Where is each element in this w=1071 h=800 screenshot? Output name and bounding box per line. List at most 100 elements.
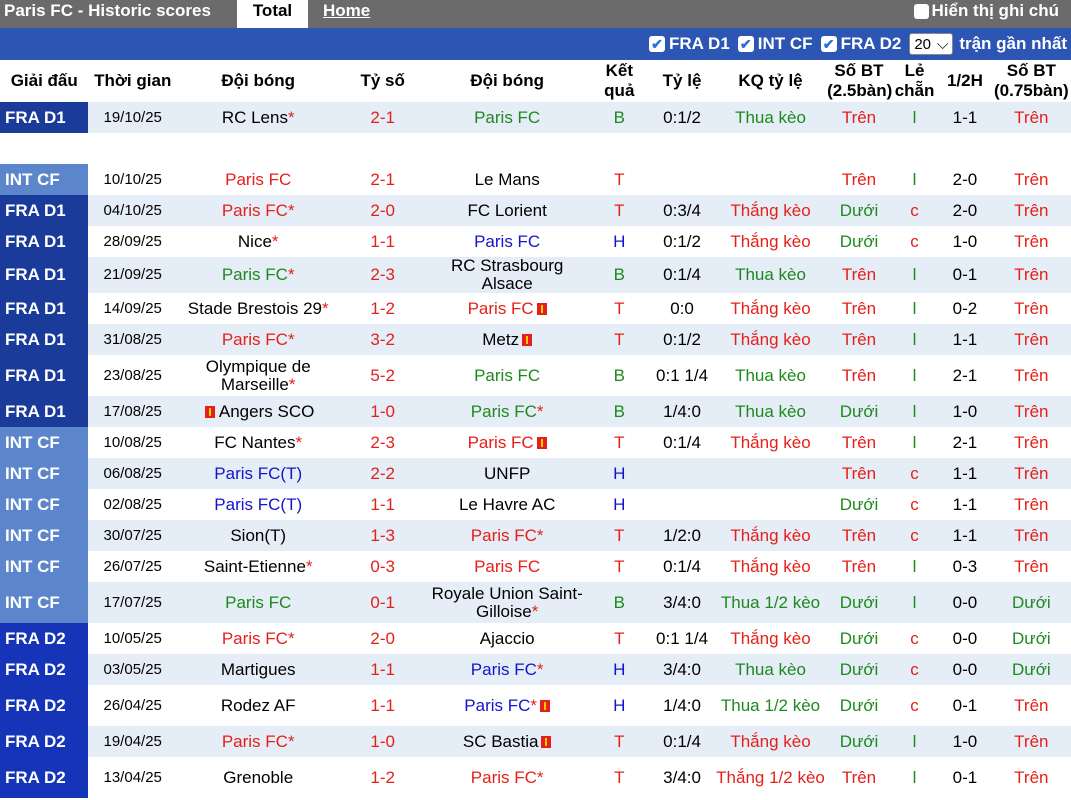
league-cell[interactable]: FRA D1 (0, 226, 89, 257)
league-name[interactable]: FRA D1 (5, 201, 66, 220)
home-team-cell[interactable]: Paris FC* (176, 257, 340, 293)
away-team-cell[interactable]: Paris FC* (425, 396, 589, 427)
league-name[interactable]: FRA D1 (5, 232, 66, 251)
league-cell[interactable]: FRA D2 (0, 757, 89, 798)
score-cell[interactable]: 2-3 (339, 427, 426, 458)
away-team-name[interactable]: Metz (482, 330, 519, 349)
match-score[interactable]: 1-0 (370, 732, 395, 751)
match-score[interactable]: 2-3 (370, 433, 395, 452)
home-team-name[interactable]: Paris FC (222, 201, 288, 220)
home-team-name[interactable]: Paris FC (225, 593, 291, 612)
away-team-name[interactable]: Paris FC (471, 526, 537, 545)
match-score[interactable]: 1-2 (370, 299, 395, 318)
match-score[interactable]: 1-2 (370, 768, 395, 787)
league-cell[interactable]: FRA D1 (0, 324, 89, 355)
home-team-cell[interactable]: Paris FC* (176, 726, 340, 757)
home-team-name[interactable]: FC Nantes (214, 433, 295, 452)
away-team-name[interactable]: RC Strasbourg Alsace (451, 256, 563, 293)
tab-home[interactable]: Home (323, 1, 370, 21)
league-name[interactable]: INT CF (5, 495, 60, 514)
league-name[interactable]: INT CF (5, 526, 60, 545)
away-team-cell[interactable]: RC Strasbourg Alsace (425, 256, 589, 293)
away-team-cell[interactable]: Le Havre AC (425, 489, 589, 520)
score-cell[interactable]: 2-3 (339, 257, 426, 293)
score-cell[interactable]: 2-1 (339, 164, 426, 195)
away-team-name[interactable]: FC Lorient (467, 201, 546, 220)
league-name[interactable]: FRA D2 (5, 660, 66, 679)
home-team-name[interactable]: RC Lens (222, 108, 288, 127)
home-team-cell[interactable]: Rodez AF (176, 685, 340, 726)
ad-banner[interactable]: SUNCITY888.COM- TỶ LỆ THẮNG CỰC CAO , LỐ… (88, 133, 992, 164)
league-cell[interactable]: INT CF (0, 164, 89, 195)
league-name[interactable]: INT CF (5, 557, 60, 576)
home-team-name[interactable]: Paris FC (222, 732, 288, 751)
match-score[interactable]: 5-2 (370, 366, 395, 385)
away-team-cell[interactable]: Royale Union Saint-Gilloise* (425, 582, 589, 623)
score-cell[interactable]: 2-1 (339, 102, 426, 133)
away-team-cell[interactable]: Metz (425, 324, 589, 355)
away-team-name[interactable]: SC Bastia (463, 732, 539, 751)
league-cell[interactable]: INT CF (0, 520, 89, 551)
home-team-cell[interactable]: Olympique de Marseille* (176, 355, 340, 396)
away-team-cell[interactable]: Paris FC (425, 427, 589, 458)
home-team-cell[interactable]: Angers SCO (176, 396, 340, 427)
score-cell[interactable]: 1-0 (339, 726, 426, 757)
league-name[interactable]: FRA D2 (5, 696, 66, 715)
away-team-cell[interactable]: FC Lorient (425, 195, 589, 226)
match-score[interactable]: 1-1 (370, 696, 395, 715)
league-name[interactable]: FRA D1 (5, 330, 66, 349)
away-team-cell[interactable]: Le Mans (425, 164, 589, 195)
home-team-name[interactable]: Paris FC (222, 629, 288, 648)
score-cell[interactable]: 5-2 (339, 355, 426, 396)
score-cell[interactable]: 1-1 (339, 685, 426, 726)
home-team-name[interactable]: Paris FC (222, 265, 288, 284)
match-score[interactable]: 1-0 (370, 402, 395, 421)
away-team-name[interactable]: Paris FC (474, 232, 540, 251)
home-team-name[interactable]: Paris FC (214, 495, 280, 514)
match-score[interactable]: 0-3 (370, 557, 395, 576)
away-team-name[interactable]: Le Mans (475, 170, 540, 189)
home-team-name[interactable]: Rodez AF (221, 696, 296, 715)
score-cell[interactable]: 1-1 (339, 489, 426, 520)
away-team-cell[interactable]: Ajaccio (425, 623, 589, 654)
show-notes-toggle[interactable]: Hiển thị ghi chú (913, 1, 1059, 21)
home-team-cell[interactable]: Paris FC* (176, 623, 340, 654)
away-team-cell[interactable]: Paris FC (425, 551, 589, 582)
league-cell[interactable]: FRA D2 (0, 726, 89, 757)
home-team-name[interactable]: Martigues (221, 660, 296, 679)
away-team-name[interactable]: Royale Union Saint-Gilloise (432, 584, 583, 621)
league-name[interactable]: FRA D1 (5, 402, 66, 421)
away-team-name[interactable]: UNFP (484, 464, 530, 483)
away-team-cell[interactable]: Paris FC* (425, 685, 589, 726)
away-team-name[interactable]: Paris FC (468, 433, 534, 452)
league-name[interactable]: FRA D1 (5, 299, 66, 318)
away-team-name[interactable]: Ajaccio (480, 629, 535, 648)
home-team-cell[interactable]: Nice* (176, 226, 340, 257)
away-team-name[interactable]: Paris FC (468, 299, 534, 318)
match-count-select[interactable]: 20 ⌵ (909, 33, 954, 55)
filter-fra-d2[interactable]: ✔ FRA D2 (820, 34, 901, 54)
home-team-cell[interactable]: Saint-Etienne* (176, 551, 340, 582)
score-cell[interactable]: 0-3 (339, 551, 426, 582)
home-team-cell[interactable]: Paris FC* (176, 195, 340, 226)
away-team-cell[interactable]: Paris FC (425, 102, 589, 133)
league-cell[interactable]: FRA D2 (0, 685, 89, 726)
tab-total[interactable]: Total (237, 0, 308, 28)
league-name[interactable]: FRA D2 (5, 732, 66, 751)
away-team-name[interactable]: Paris FC (471, 402, 537, 421)
away-team-name[interactable]: Le Havre AC (459, 495, 555, 514)
away-team-name[interactable]: Paris FC (474, 366, 540, 385)
league-name[interactable]: INT CF (5, 464, 60, 483)
away-team-cell[interactable]: Paris FC* (425, 654, 589, 685)
away-team-cell[interactable]: UNFP (425, 458, 589, 489)
score-cell[interactable]: 2-0 (339, 195, 426, 226)
match-score[interactable]: 2-1 (370, 108, 395, 127)
score-cell[interactable]: 1-1 (339, 226, 426, 257)
score-cell[interactable]: 1-3 (339, 520, 426, 551)
away-team-cell[interactable]: SC Bastia (425, 726, 589, 757)
league-cell[interactable]: INT CF (0, 582, 89, 623)
home-team-cell[interactable]: Martigues (176, 654, 340, 685)
away-team-name[interactable]: Paris FC (471, 768, 537, 787)
league-cell[interactable]: INT CF (0, 489, 89, 520)
home-team-cell[interactable]: Sion(T) (176, 520, 340, 551)
